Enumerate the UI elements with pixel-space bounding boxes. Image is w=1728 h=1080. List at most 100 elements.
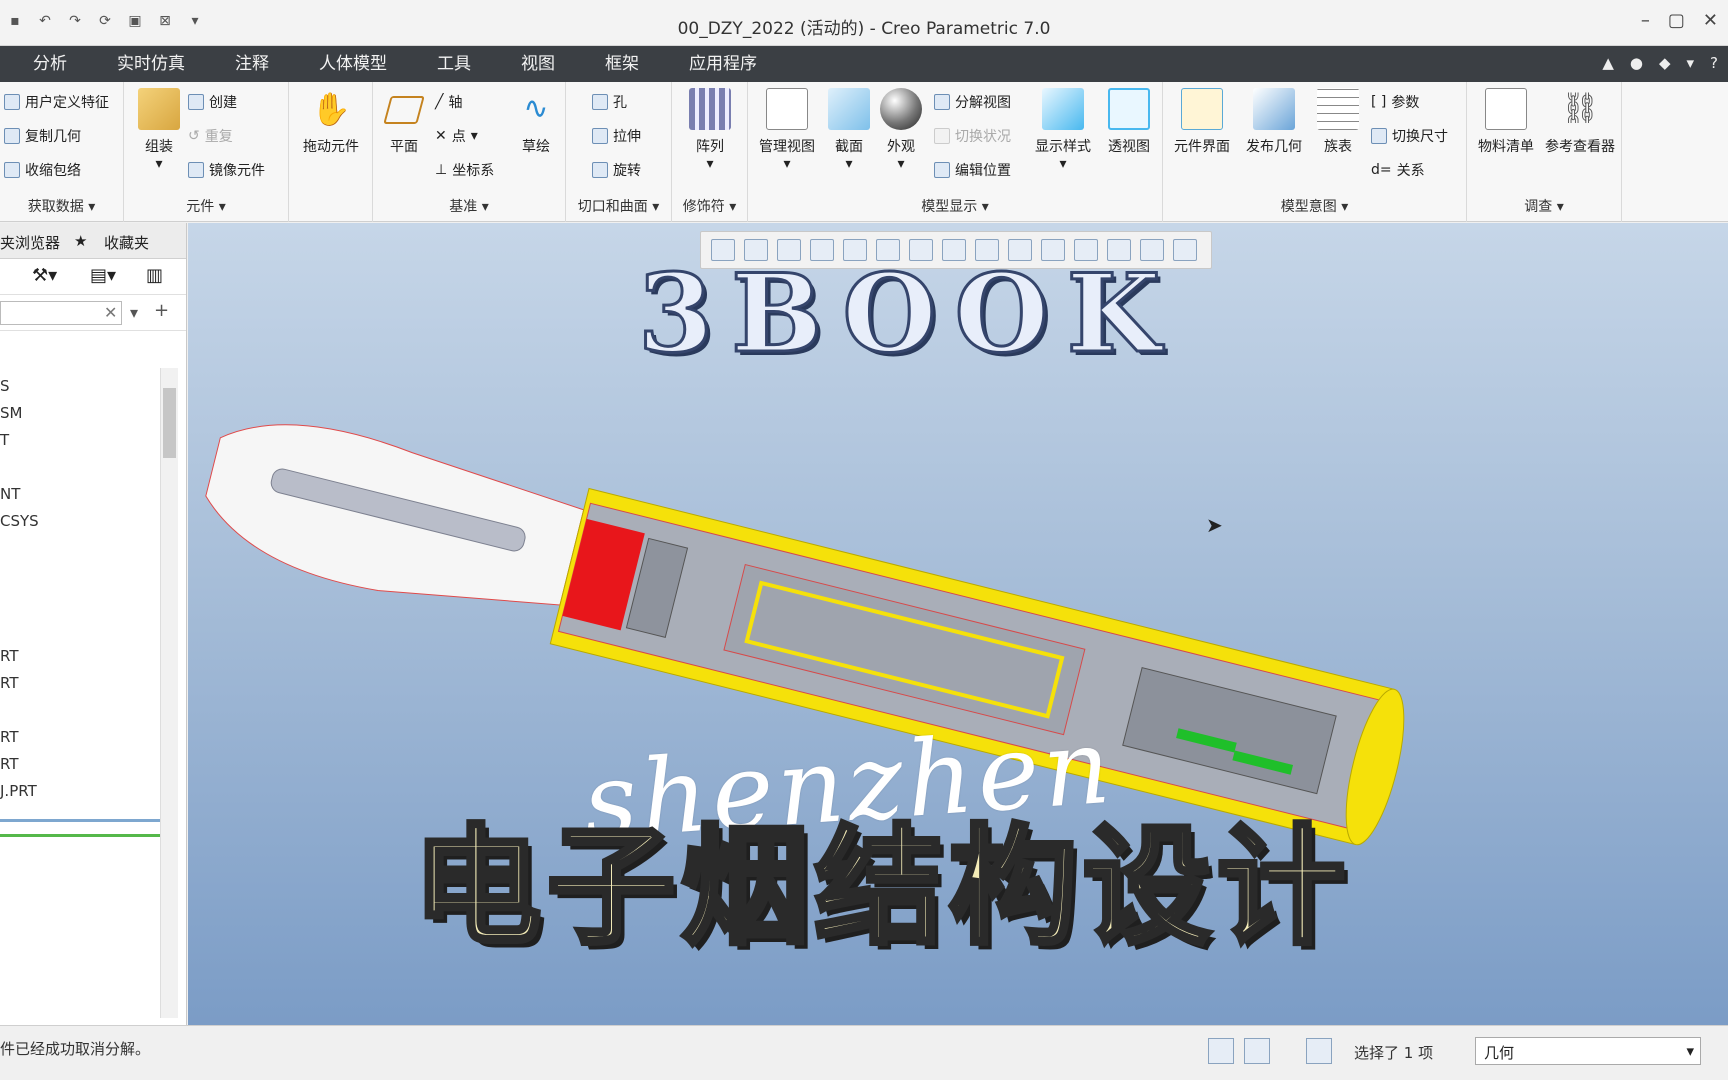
- appearance-button[interactable]: 外观 ▾: [866, 88, 936, 172]
- drag-components-button[interactable]: ✋ 拖动元件: [296, 88, 366, 156]
- close-icon[interactable]: ✕: [1703, 10, 1718, 31]
- explode-view-button[interactable]: 分解视图: [934, 92, 1011, 112]
- assemble-button[interactable]: 组装 ▾: [124, 88, 194, 172]
- toggle-state-icon: [934, 128, 950, 144]
- publish-geometry-button[interactable]: 发布几何: [1239, 88, 1309, 156]
- group-label-components[interactable]: 元件 ▾: [124, 196, 288, 216]
- group-label-get-data[interactable]: 获取数据 ▾: [0, 196, 123, 216]
- tree-item[interactable]: S: [0, 373, 160, 400]
- maximize-icon[interactable]: ▢: [1668, 10, 1685, 31]
- axis-button[interactable]: ╱ 轴: [435, 92, 462, 112]
- repeat-button[interactable]: ↺ 重复: [188, 126, 233, 146]
- tab-analysis[interactable]: 分析: [0, 46, 92, 82]
- copy-geometry-button[interactable]: 复制几何: [4, 126, 81, 146]
- group-label-cut-surface[interactable]: 切口和曲面 ▾: [566, 196, 671, 216]
- tab-folder-browser[interactable]: 夹浏览器: [0, 232, 60, 253]
- csys-button[interactable]: ⊥ 坐标系: [435, 160, 494, 180]
- scrollbar-thumb[interactable]: [163, 388, 176, 458]
- group-label-datum[interactable]: 基准 ▾: [373, 196, 565, 216]
- group-label-model-intent[interactable]: 模型意图 ▾: [1163, 196, 1466, 216]
- tree-columns-icon[interactable]: ▥: [146, 265, 163, 286]
- reference-viewer-button[interactable]: ⛓ 参考查看器: [1545, 88, 1615, 156]
- edit-position-button[interactable]: 编辑位置: [934, 160, 1011, 180]
- add-icon[interactable]: +: [154, 300, 169, 321]
- selection-filter-select[interactable]: 几何 ▾: [1475, 1037, 1701, 1065]
- sketch-button[interactable]: ∿ 草绘: [501, 88, 571, 156]
- tree-item[interactable]: RT: [0, 751, 160, 778]
- clear-icon[interactable]: ✕: [104, 303, 117, 322]
- group-model-display: 管理视图 ▾ 截面 ▾ 外观 ▾ 分解视图 切换状况 编辑位置 显示样式 ▾ 透视图 模…: [748, 82, 1163, 222]
- search-dropdown-icon[interactable]: ▾: [130, 303, 138, 322]
- parameters-button[interactable]: [ ] 参数: [1371, 92, 1419, 112]
- tree-item[interactable]: RT: [0, 670, 160, 697]
- tree-item[interactable]: T: [0, 427, 160, 454]
- tree-item[interactable]: [0, 454, 160, 481]
- relations-icon: d=: [1371, 162, 1392, 178]
- point-icon: ✕: [435, 128, 447, 144]
- help-icon[interactable]: ?: [1710, 54, 1718, 72]
- tree-item[interactable]: RT: [0, 724, 160, 751]
- group-label-model-display[interactable]: 模型显示 ▾: [748, 196, 1162, 216]
- family-table-button[interactable]: 族表: [1303, 88, 1373, 156]
- tab-view[interactable]: 视图: [496, 46, 580, 82]
- tree-item[interactable]: [0, 616, 160, 643]
- extrude-button[interactable]: 拉伸: [592, 126, 641, 146]
- toggle-state-button[interactable]: 切换状况: [934, 126, 1011, 146]
- bulb-icon[interactable]: ●: [1630, 54, 1643, 72]
- tree-item[interactable]: SM: [0, 400, 160, 427]
- minimize-icon[interactable]: –: [1641, 10, 1650, 31]
- tree-scrollbar[interactable]: [160, 368, 178, 1018]
- tree-item[interactable]: [0, 697, 160, 724]
- manage-views-button[interactable]: 管理视图 ▾: [752, 88, 822, 172]
- tab-manikin[interactable]: 人体模型: [294, 46, 412, 82]
- bom-button[interactable]: 物料清单: [1471, 88, 1541, 156]
- tree-item[interactable]: J.PRT: [0, 778, 160, 805]
- find-icon[interactable]: [1244, 1038, 1270, 1064]
- tree-item[interactable]: CSYS: [0, 508, 160, 535]
- section-icon: [828, 88, 870, 130]
- create-button[interactable]: 创建: [188, 92, 237, 112]
- component-interface-button[interactable]: 元件界面: [1167, 88, 1237, 156]
- tree-item[interactable]: [0, 589, 160, 616]
- point-button[interactable]: ✕ 点 ▾: [435, 126, 478, 146]
- tab-applications[interactable]: 应用程序: [664, 46, 782, 82]
- collapse-ribbon-icon[interactable]: ▲: [1602, 54, 1614, 72]
- tree-item[interactable]: [0, 535, 160, 562]
- tree-settings-icon[interactable]: ⚒▾: [32, 265, 57, 286]
- selection-buffer-icon[interactable]: [1306, 1038, 1332, 1064]
- chevron-down-icon: ▾: [1686, 1042, 1694, 1060]
- tree-item[interactable]: [0, 562, 160, 589]
- shrinkwrap-button[interactable]: 收缩包络: [4, 160, 81, 180]
- udf-button[interactable]: 用户定义特征: [4, 92, 109, 112]
- tab-annotate[interactable]: 注释: [210, 46, 294, 82]
- publish-geometry-icon: [1253, 88, 1295, 130]
- group-label-modifiers[interactable]: 修饰符 ▾: [672, 196, 747, 216]
- tree-item[interactable]: NT: [0, 481, 160, 508]
- extrude-icon: [592, 128, 608, 144]
- tab-tools[interactable]: 工具: [412, 46, 496, 82]
- group-model-intent: 元件界面 发布几何 族表 [ ] 参数 切换尺寸 d= 关系 模型意图 ▾: [1163, 82, 1467, 222]
- display-style-button[interactable]: 显示样式 ▾: [1028, 88, 1098, 172]
- revolve-button[interactable]: 旋转: [592, 160, 641, 180]
- group-label-investigate[interactable]: 调查 ▾: [1467, 196, 1621, 216]
- hole-button[interactable]: 孔: [592, 92, 627, 112]
- graduation-cap-icon[interactable]: ◆: [1659, 54, 1671, 72]
- tree-item[interactable]: RT: [0, 643, 160, 670]
- toggle-dimensions-button[interactable]: 切换尺寸: [1371, 126, 1448, 146]
- status-bar: 件已经成功取消分解。 选择了 1 项 几何 ▾: [0, 1025, 1728, 1080]
- plane-button[interactable]: 平面: [369, 88, 439, 156]
- show-icon[interactable]: ▤▾: [90, 265, 116, 286]
- perspective-button[interactable]: 透视图: [1094, 88, 1164, 156]
- tab-framework[interactable]: 框架: [580, 46, 664, 82]
- mirror-component-button[interactable]: 镜像元件: [188, 160, 265, 180]
- tab-favorites[interactable]: 收藏夹: [104, 232, 149, 253]
- tab-live-simulation[interactable]: 实时仿真: [92, 46, 210, 82]
- relations-button[interactable]: d= 关系: [1371, 160, 1425, 180]
- pattern-button[interactable]: 阵列 ▾: [675, 88, 745, 172]
- star-icon[interactable]: ★: [74, 232, 87, 250]
- smart-select-icon[interactable]: [1208, 1038, 1234, 1064]
- dropdown-icon[interactable]: ▾: [1687, 54, 1695, 72]
- selection-filter-value: 几何: [1484, 1044, 1515, 1062]
- graphics-window[interactable]: 3BOOK shenzhen 电子烟结构设计 ➤: [188, 223, 1728, 1025]
- insert-marker[interactable]: [0, 834, 160, 837]
